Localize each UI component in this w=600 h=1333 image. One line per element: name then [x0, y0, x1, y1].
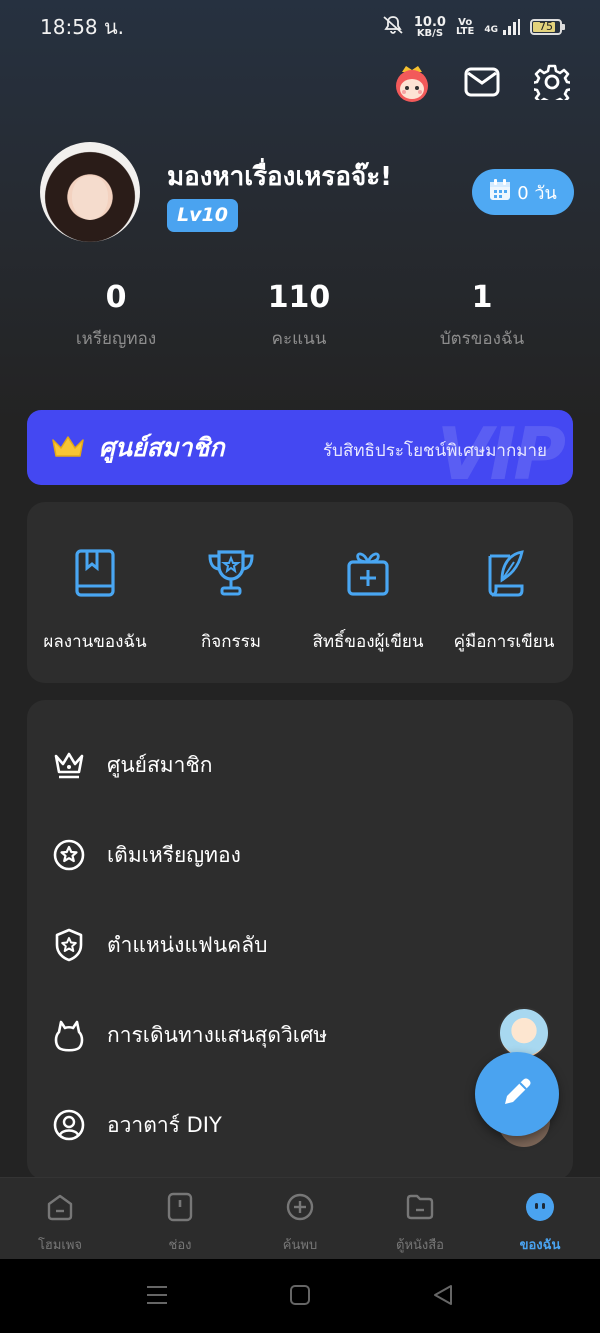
- menu-label: เติมเหรียญทอง: [107, 842, 241, 867]
- recent-apps-icon[interactable]: [146, 1283, 168, 1311]
- stat-value: 110: [267, 280, 331, 315]
- nav-label: ตู้หนังสือ: [396, 1238, 444, 1253]
- discover-icon: [240, 1190, 360, 1224]
- stat-label: บัตรของฉัน: [439, 329, 525, 349]
- action-author-privileges[interactable]: สิทธิ์ของผู้เขียน: [300, 548, 436, 655]
- menu-label: ตำแหน่งแฟนคลับ: [107, 932, 268, 957]
- action-label: คู่มือการเขียน: [453, 632, 555, 652]
- status-indicators: 10.0 KB/S Vo LTE 4G 75: [382, 15, 565, 40]
- trophy-icon: [163, 548, 299, 602]
- vip-membership-banner[interactable]: VIP ศูนย์สมาชิก รับสิทธิประโยชน์พิเศษมาก…: [27, 410, 573, 485]
- settings-gear-icon[interactable]: [532, 62, 572, 102]
- user-circle-icon: [51, 1107, 87, 1143]
- header-actions: [392, 62, 572, 102]
- menu-item-top-up-coins[interactable]: เติมเหรียญทอง: [51, 825, 451, 885]
- cat-icon: [51, 1017, 87, 1053]
- stat-points[interactable]: 110 คะแนน: [209, 280, 389, 352]
- crown-icon: [51, 434, 85, 464]
- mascot-icon[interactable]: [392, 62, 432, 102]
- stat-value: 1: [471, 280, 493, 315]
- stat-label: คะแนน: [271, 329, 327, 349]
- action-my-works[interactable]: ผลงานของฉัน: [27, 548, 163, 655]
- home-button-icon[interactable]: [289, 1283, 311, 1311]
- checkin-button[interactable]: 0 วัน: [472, 169, 574, 215]
- action-label: กิจกรรม: [200, 632, 261, 652]
- mute-icon: [382, 15, 404, 40]
- menu-item-avatar-diy[interactable]: อวาตาร์ DIY: [51, 1095, 451, 1155]
- status-bar: 18:58 น. 10.0 KB/S Vo LTE 4G 75: [0, 0, 600, 54]
- nav-tab-channel[interactable]: ช่อง: [120, 1190, 240, 1255]
- floating-character-avatar[interactable]: [498, 1007, 550, 1059]
- action-label: ผลงานของฉัน: [43, 632, 147, 652]
- username: มองหาเรื่องเหรอจ๊ะ!: [167, 162, 393, 192]
- bottom-navigation: โฮมเพจ ช่อง ค้นพบ ตู้หนังสือ ของฉัน: [0, 1177, 600, 1259]
- back-icon[interactable]: [432, 1283, 454, 1311]
- menu-label: การเดินทางแสนสุดวิเศษ: [107, 1022, 328, 1047]
- status-time: 18:58 น.: [40, 15, 125, 39]
- quill-icon: [436, 548, 572, 602]
- stat-value: 0: [105, 280, 127, 315]
- stat-gold-coins[interactable]: 0 เหรียญทอง: [26, 280, 206, 352]
- author-actions-card: ผลงานของฉัน กิจกรรม สิทธิ์ของผู้เขียน คู…: [27, 502, 573, 683]
- menu-item-fan-club-rank[interactable]: ตำแหน่งแฟนคลับ: [51, 915, 451, 975]
- book-icon: [27, 548, 163, 602]
- nav-tab-discover[interactable]: ค้นพบ: [240, 1190, 360, 1255]
- mail-icon[interactable]: [462, 62, 502, 102]
- shield-star-icon: [51, 927, 87, 963]
- net-speed-indicator: 10.0 KB/S: [413, 15, 446, 39]
- coin-star-icon: [51, 837, 87, 873]
- battery-icon: 75: [530, 19, 565, 35]
- avatar[interactable]: [40, 142, 140, 242]
- stat-label: เหรียญทอง: [75, 329, 157, 349]
- menu-label: ศูนย์สมาชิก: [107, 752, 213, 777]
- action-writing-guide[interactable]: คู่มือการเขียน: [436, 548, 572, 655]
- pencil-icon: [499, 1074, 535, 1114]
- stat-my-cards[interactable]: 1 บัตรของฉัน: [392, 280, 572, 352]
- profile-header: มองหาเรื่องเหรอจ๊ะ! Lv10 0 วัน: [40, 142, 574, 242]
- level-badge[interactable]: Lv10: [167, 199, 238, 232]
- nav-label: ช่อง: [168, 1238, 192, 1253]
- signal-icon: 4G: [484, 19, 520, 35]
- me-icon: [480, 1190, 600, 1224]
- folder-icon: [360, 1190, 480, 1224]
- vip-title: ศูนย์สมาชิก: [99, 433, 225, 462]
- nav-label: โฮมเพจ: [37, 1238, 83, 1253]
- nav-tab-bookshelf[interactable]: ตู้หนังสือ: [360, 1190, 480, 1255]
- nav-label: ค้นพบ: [282, 1238, 318, 1253]
- gift-icon: [300, 548, 436, 602]
- nav-tab-home[interactable]: โฮมเพจ: [0, 1190, 120, 1255]
- nav-label: ของฉัน: [519, 1238, 561, 1253]
- checkin-days: 0 วัน: [517, 182, 557, 204]
- calendar-icon: [489, 178, 511, 206]
- action-activities[interactable]: กิจกรรม: [163, 548, 299, 655]
- write-fab-button[interactable]: [475, 1052, 559, 1136]
- channel-icon: [120, 1190, 240, 1224]
- volte-indicator: Vo LTE: [455, 17, 475, 37]
- system-navigation-bar: [0, 1259, 600, 1333]
- home-icon: [0, 1190, 120, 1224]
- menu-item-wonderful-journey[interactable]: การเดินทางแสนสุดวิเศษ: [51, 1005, 451, 1065]
- crown-icon: [51, 747, 87, 783]
- menu-label: อวาตาร์ DIY: [107, 1112, 222, 1137]
- vip-subtitle: รับสิทธิประโยชน์พิเศษมากมาย: [323, 441, 547, 461]
- nav-tab-me[interactable]: ของฉัน: [480, 1190, 600, 1255]
- menu-item-membership-center[interactable]: ศูนย์สมาชิก: [51, 735, 451, 795]
- action-label: สิทธิ์ของผู้เขียน: [312, 632, 424, 652]
